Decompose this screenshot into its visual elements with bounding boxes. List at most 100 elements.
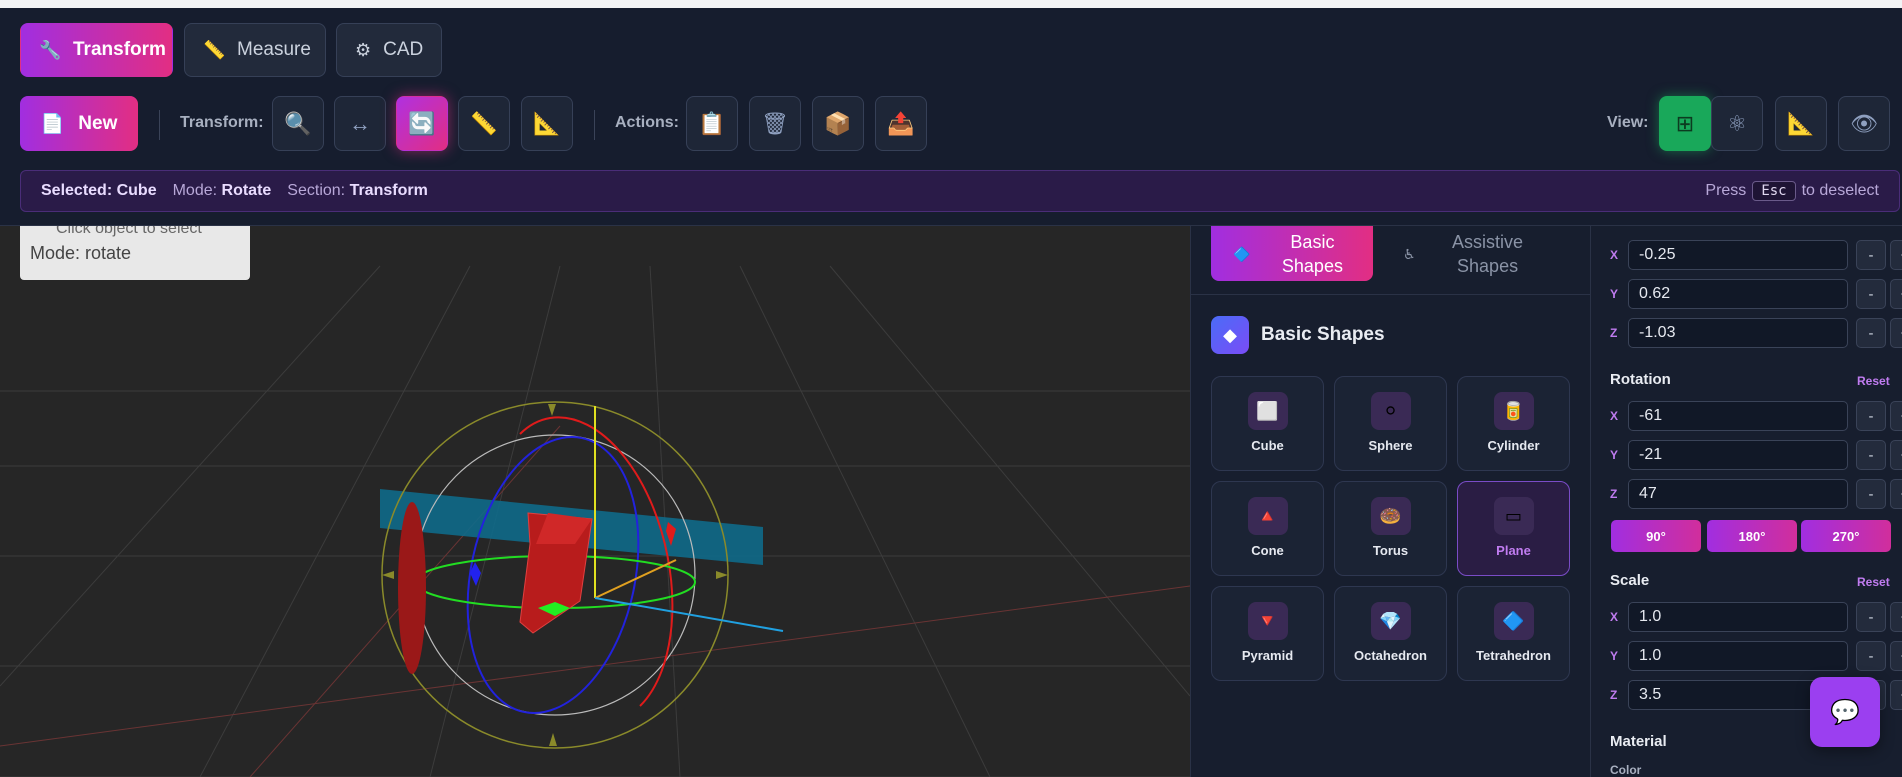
shape-label: Pyramid [1241, 648, 1294, 663]
tab-cad[interactable]: ⚙ CAD [336, 23, 442, 77]
material-heading: Material [1610, 733, 1667, 750]
tab-measure[interactable]: 📏 Measure [184, 23, 326, 77]
scale-x-increment[interactable]: + [1890, 602, 1902, 632]
3d-viewport[interactable]: Click object to select Mode: rotate [0, 226, 1190, 777]
package-button[interactable]: 📦 [812, 96, 864, 151]
rotation-x-increment[interactable]: + [1890, 401, 1902, 431]
scale-y-input[interactable] [1628, 641, 1848, 671]
mode-label: Mode: [172, 182, 218, 199]
move-tool-button[interactable]: ↔ [334, 96, 386, 151]
torus-icon: 🍩 [1370, 497, 1411, 535]
tab-basic-shapes-label: Basic Shapes [1281, 231, 1343, 276]
shape-grid: ⬜ Cube ⚪ Sphere 🥫 Cylinder 🔺 Cone 🍩 Torus ▭ Pl… [1211, 376, 1570, 681]
new-button[interactable]: 📄 New [20, 96, 138, 151]
angle-view-button[interactable]: 📐 [1775, 96, 1827, 151]
position-x-increment[interactable]: + [1890, 240, 1902, 270]
sphere-icon: ⚪ [1370, 392, 1411, 430]
move-icon: ↔ [349, 110, 371, 136]
position-x-input[interactable] [1628, 240, 1848, 270]
rotation-y-increment[interactable]: + [1890, 440, 1902, 470]
red-torus-edge [398, 502, 426, 674]
zoom-tool-button[interactable]: 🔍 [272, 96, 324, 151]
rotate-180-button[interactable]: 180° [1707, 520, 1797, 552]
shape-card-plane[interactable]: ▭ Plane [1457, 481, 1570, 576]
scale-z-increment[interactable]: + [1890, 680, 1902, 710]
position-x-decrement[interactable]: - [1856, 240, 1886, 270]
rotation-y-input[interactable] [1628, 440, 1848, 470]
position-z-decrement[interactable]: - [1856, 318, 1886, 348]
rotate-tool-button[interactable]: 🔄 [396, 96, 448, 151]
position-y-decrement[interactable]: - [1856, 279, 1886, 309]
rotate-90-button[interactable]: 90° [1611, 520, 1701, 552]
export-button[interactable]: 📤 [875, 96, 927, 151]
clipboard-icon: 📋 [698, 110, 726, 136]
rotation-z-increment[interactable]: + [1890, 479, 1902, 509]
angle-tool-button[interactable]: 📐 [521, 96, 573, 151]
ruler-tool-button[interactable]: 📏 [458, 96, 510, 151]
shape-card-cone[interactable]: 🔺 Cone [1211, 481, 1324, 576]
wireframe-view-button[interactable]: ⚛ [1711, 96, 1763, 151]
tab-basic-shapes[interactable]: 🔷 Basic Shapes [1211, 226, 1373, 281]
shape-card-cube[interactable]: ⬜ Cube [1211, 376, 1324, 471]
rotation-x-decrement[interactable]: - [1856, 401, 1886, 431]
rotation-z-decrement[interactable]: - [1856, 479, 1886, 509]
viewport-mode-text: Mode: rotate [30, 243, 132, 263]
position-y-input[interactable] [1628, 279, 1848, 309]
diamond-icon: 🔷 [1233, 245, 1251, 262]
wrench-icon: 🔧 [39, 39, 62, 60]
wheelchair-icon: ♿ [1403, 245, 1416, 262]
shape-card-sphere[interactable]: ⚪ Sphere [1334, 376, 1447, 471]
deselect-hint: Press Esc to deselect [1705, 181, 1879, 201]
shape-label: Plane [1496, 543, 1531, 558]
chat-button[interactable]: 💬 [1810, 677, 1880, 747]
visibility-button[interactable]: 👁 [1838, 96, 1890, 151]
grid-view-button[interactable]: ⊞ [1659, 96, 1711, 151]
actions-group-label: Actions: [615, 114, 679, 131]
position-z-increment[interactable]: + [1890, 318, 1902, 348]
pyramid-icon: 🔻 [1247, 602, 1288, 640]
tab-cad-label: CAD [383, 39, 424, 60]
ruler-icon: 📏 [470, 110, 498, 136]
selected-value: Cube [116, 182, 157, 199]
toolbar: 📄 New Transform: 🔍 ↔ 🔄 📏 📐 Actions: 📋 🗑 … [0, 96, 1902, 156]
tetrahedron-icon: 🔷 [1493, 602, 1534, 640]
3d-scene[interactable] [0, 226, 1190, 777]
shape-card-cylinder[interactable]: 🥫 Cylinder [1457, 376, 1570, 471]
rotation-y-decrement[interactable]: - [1856, 440, 1886, 470]
view-group-label: View: [1607, 114, 1649, 131]
position-y-increment[interactable]: + [1890, 279, 1902, 309]
color-label: Color [1610, 763, 1642, 777]
shape-card-pyramid[interactable]: 🔻 Pyramid [1211, 586, 1324, 681]
rotation-x-input[interactable] [1628, 401, 1848, 431]
trash-icon: 🗑 [761, 110, 789, 136]
position-z-input[interactable] [1628, 318, 1848, 348]
tab-assistive-shapes[interactable]: ♿ Assistive Shapes [1381, 226, 1581, 281]
scale-heading: Scale [1610, 572, 1650, 589]
shape-label: Octahedron [1354, 648, 1427, 663]
scale-reset-link[interactable]: Reset [1857, 575, 1890, 589]
rotation-z-input[interactable] [1628, 479, 1848, 509]
shape-card-octahedron[interactable]: 💎 Octahedron [1334, 586, 1447, 681]
zoom-icon: 🔍 [284, 110, 312, 136]
scale-x-decrement[interactable]: - [1856, 602, 1886, 632]
rotate-270-button[interactable]: 270° [1801, 520, 1891, 552]
rotation-reset-link[interactable]: Reset [1857, 374, 1890, 388]
press-text: Press [1705, 182, 1747, 199]
viewport-info-box: Click object to select Mode: rotate [20, 226, 250, 280]
tab-transform[interactable]: 🔧 Transform [20, 23, 173, 77]
select-hint-partial: Click object to select [56, 226, 202, 237]
scale-x-input[interactable] [1628, 602, 1848, 632]
new-document-icon: 📄 [40, 113, 65, 135]
shape-card-tetrahedron[interactable]: 🔷 Tetrahedron [1457, 586, 1570, 681]
chat-icon: 💬 [1830, 698, 1860, 726]
selected-label: Selected: [41, 182, 113, 199]
app-header: 🔧 Transform 📏 Measure ⚙ CAD 📄 New Transf… [0, 8, 1902, 226]
delete-button[interactable]: 🗑 [749, 96, 801, 151]
shape-label: Cube [1251, 438, 1284, 453]
shape-card-torus[interactable]: 🍩 Torus [1334, 481, 1447, 576]
copy-button[interactable]: 📋 [686, 96, 738, 151]
wireframe-icon: ⚛ [1727, 110, 1747, 136]
scale-y-increment[interactable]: + [1890, 641, 1902, 671]
scale-y-decrement[interactable]: - [1856, 641, 1886, 671]
rotation-y-label: Y [1610, 448, 1619, 462]
